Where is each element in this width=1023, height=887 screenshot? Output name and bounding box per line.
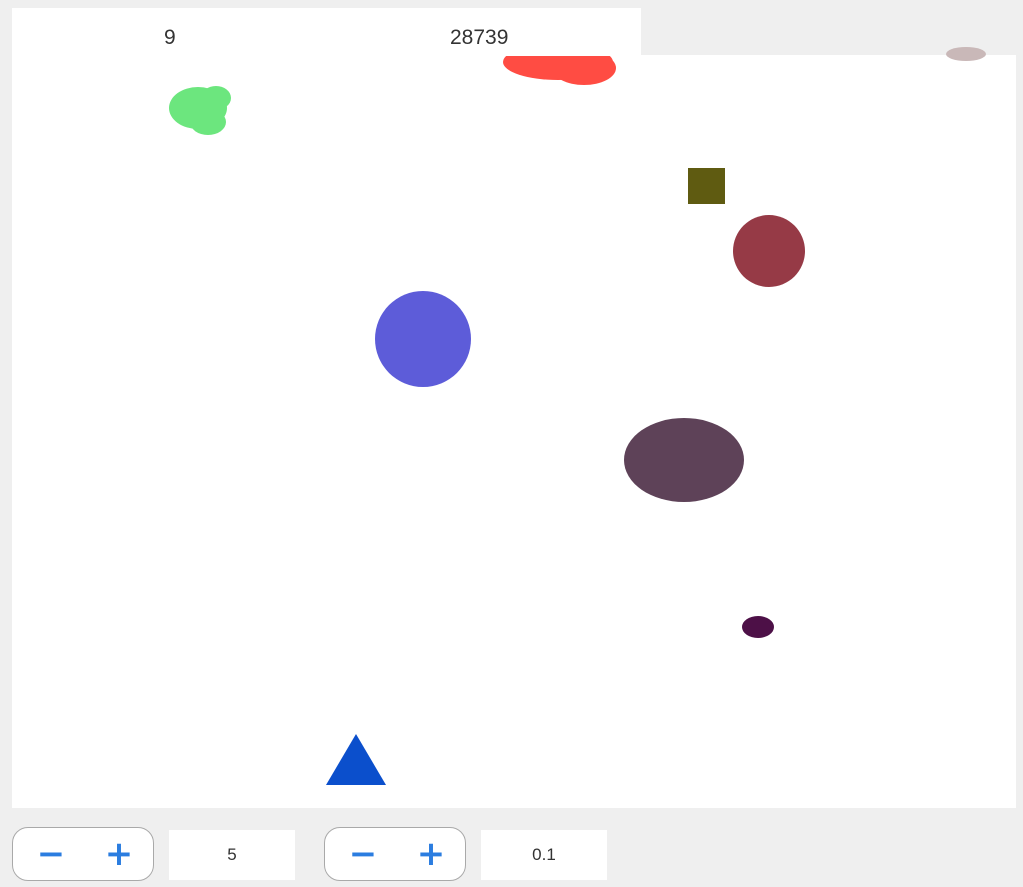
olive-square	[688, 168, 725, 204]
blue-circle	[375, 291, 471, 387]
rate-decrease-button[interactable]: −	[345, 834, 381, 874]
plus-icon: +	[104, 834, 134, 874]
maroon-circle	[733, 215, 805, 287]
speed-increase-button[interactable]: +	[101, 834, 137, 874]
grey-blob	[946, 47, 986, 61]
plum-ellipse	[624, 418, 744, 502]
hud-bar: 9 28739	[12, 8, 641, 56]
game-canvas	[169, 44, 986, 785]
lives-counter: 9	[164, 26, 176, 49]
rate-value: 0.1	[481, 830, 607, 880]
score-counter: 28739	[450, 26, 509, 49]
speed-value: 5	[169, 830, 295, 880]
green-blob	[169, 86, 231, 135]
speed-decrease-button[interactable]: −	[33, 834, 69, 874]
speed-stepper: − +	[12, 827, 154, 881]
rate-increase-button[interactable]: +	[413, 834, 449, 874]
rate-stepper: − +	[324, 827, 466, 881]
purple-ellipse	[742, 616, 774, 638]
minus-icon: −	[36, 834, 66, 874]
minus-icon: −	[348, 834, 378, 874]
player-ship	[326, 734, 386, 785]
plus-icon: +	[416, 834, 446, 874]
